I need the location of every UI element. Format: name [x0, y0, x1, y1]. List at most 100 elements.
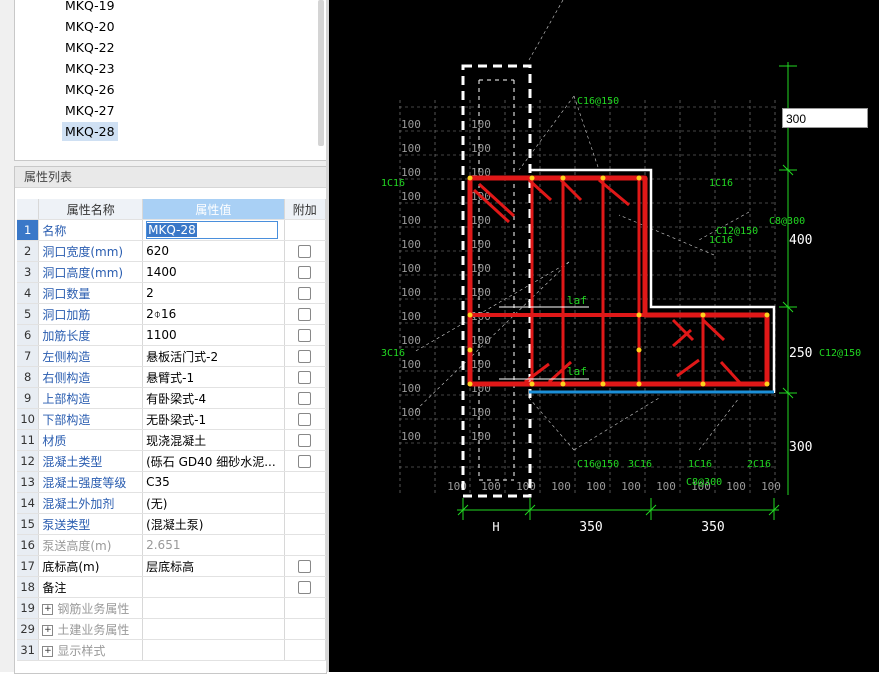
- property-row[interactable]: 2 洞口宽度(mm) 620: [17, 240, 327, 262]
- tree-item[interactable]: MKQ-22: [62, 38, 118, 57]
- property-value[interactable]: (砾石 GD40 细砂水泥...: [142, 450, 285, 472]
- dimension-value: 350: [701, 520, 724, 535]
- expand-icon[interactable]: +: [42, 603, 54, 615]
- property-row[interactable]: 12 混凝土类型 (砾石 GD40 细砂水泥...: [17, 450, 327, 472]
- property-row[interactable]: 31 + 显示样式: [17, 639, 327, 661]
- property-row[interactable]: 3 洞口高度(mm) 1400: [17, 261, 327, 283]
- property-row[interactable]: 9 上部构造 有卧梁式-4: [17, 387, 327, 409]
- rebar-label: 1C16: [709, 178, 733, 189]
- property-value[interactable]: [142, 576, 285, 598]
- grid-label: 100: [401, 118, 421, 131]
- property-value[interactable]: (混凝土泵): [142, 513, 285, 535]
- grid-label: 100: [471, 286, 491, 299]
- extra-checkbox[interactable]: [298, 392, 312, 405]
- property-row[interactable]: 11 材质 现浇混凝土: [17, 429, 327, 451]
- property-row[interactable]: 13 混凝土强度等级 C35: [17, 471, 327, 493]
- property-row[interactable]: 6 加筋长度 1100: [17, 324, 327, 346]
- rebar-dot: [636, 312, 642, 318]
- property-value[interactable]: 1100: [142, 324, 285, 346]
- property-value[interactable]: [142, 597, 285, 619]
- property-name: 混凝土外加剂: [38, 492, 144, 514]
- grid-label: 100: [401, 190, 421, 203]
- expand-icon[interactable]: +: [42, 645, 54, 657]
- property-row[interactable]: 16 泵送高度(m) 2.651: [17, 534, 327, 556]
- property-row[interactable]: 29 + 土建业务属性: [17, 618, 327, 640]
- extra-checkbox[interactable]: [298, 581, 312, 594]
- property-row[interactable]: 18 备注: [17, 576, 327, 598]
- tree-item[interactable]: MKQ-26: [62, 80, 118, 99]
- property-name: + 钢筋业务属性: [38, 597, 144, 619]
- name-input[interactable]: MKQ-28: [146, 221, 279, 239]
- extra-checkbox[interactable]: [298, 245, 312, 258]
- cad-drawing[interactable]: 100 100100 100100 100100100 100100 100100 1001…: [329, 0, 879, 672]
- extra-checkbox[interactable]: [298, 266, 312, 279]
- row-index: 16: [17, 534, 40, 556]
- property-row[interactable]: 15 泵送类型 (混凝土泵): [17, 513, 327, 535]
- leader-line: [573, 397, 660, 451]
- property-panel: 属性列表 属性名称 属性值 附加 1 名称 MKQ-28 2 洞口宽度(mm) 620 3 洞…: [14, 166, 327, 674]
- tree-scrollbar[interactable]: [318, 0, 324, 146]
- property-value[interactable]: 2.651: [142, 534, 285, 556]
- property-value[interactable]: C35: [142, 471, 285, 493]
- property-value[interactable]: 有卧梁式-4: [142, 387, 285, 409]
- name-header: 属性名称: [38, 199, 144, 220]
- property-value[interactable]: 现浇混凝土: [142, 429, 285, 451]
- wall-outline: [530, 168, 776, 393]
- extra-checkbox[interactable]: [298, 434, 312, 447]
- grid-label: 100: [516, 480, 536, 493]
- property-name: 混凝土强度等级: [38, 471, 144, 493]
- row-index: 1: [17, 219, 40, 241]
- property-value[interactable]: 悬板活门式-2: [142, 345, 285, 367]
- leader-line: [618, 214, 715, 256]
- property-value[interactable]: 悬臂式-1: [142, 366, 285, 388]
- property-row[interactable]: 7 左侧构造 悬板活门式-2: [17, 345, 327, 367]
- property-value[interactable]: 无卧梁式-1: [142, 408, 285, 430]
- drawing-canvas[interactable]: 100 100 100 100 100 100 100 100 100 100 100 100 100 1…: [329, 0, 879, 672]
- row-index: 4: [17, 282, 40, 304]
- extra-cell: [284, 639, 327, 661]
- property-value[interactable]: 2⌽16: [142, 303, 285, 325]
- rebar-outer: [467, 175, 770, 387]
- extra-checkbox[interactable]: [298, 350, 312, 363]
- tree-item[interactable]: MKQ-20: [62, 17, 118, 36]
- row-index: 17: [17, 555, 40, 577]
- extra-checkbox[interactable]: [298, 371, 312, 384]
- property-row[interactable]: 4 洞口数量 2: [17, 282, 327, 304]
- property-value[interactable]: MKQ-28: [142, 219, 285, 241]
- grid-label: 100: [401, 430, 421, 443]
- tree-item[interactable]: MKQ-27: [62, 101, 118, 120]
- rebar-label: 3C16: [381, 348, 405, 359]
- property-value[interactable]: [142, 618, 285, 640]
- dimension-input[interactable]: 300: [782, 108, 868, 128]
- tree-item[interactable]: MKQ-19: [62, 0, 118, 15]
- property-row[interactable]: 1 名称 MKQ-28: [17, 219, 327, 241]
- grid-label: 100: [471, 214, 491, 227]
- property-row[interactable]: 19 + 钢筋业务属性: [17, 597, 327, 619]
- property-row[interactable]: 5 洞口加筋 2⌽16: [17, 303, 327, 325]
- property-row[interactable]: 8 右侧构造 悬臂式-1: [17, 366, 327, 388]
- property-value[interactable]: 620: [142, 240, 285, 262]
- extra-checkbox[interactable]: [298, 308, 312, 321]
- rebar-label: C12@150: [819, 348, 861, 359]
- grid-label: 100: [401, 262, 421, 275]
- expand-icon[interactable]: +: [42, 624, 54, 636]
- property-value[interactable]: (无): [142, 492, 285, 514]
- grid-label: 100: [481, 480, 501, 493]
- extra-checkbox[interactable]: [298, 413, 312, 426]
- extra-checkbox[interactable]: [298, 329, 312, 342]
- tree-item-selected[interactable]: MKQ-28: [62, 122, 118, 141]
- extra-checkbox[interactable]: [298, 560, 312, 573]
- property-value[interactable]: 2: [142, 282, 285, 304]
- extra-checkbox[interactable]: [298, 455, 312, 468]
- property-value[interactable]: 层底标高: [142, 555, 285, 577]
- property-row[interactable]: 10 下部构造 无卧梁式-1: [17, 408, 327, 430]
- extra-checkbox[interactable]: [298, 287, 312, 300]
- property-row[interactable]: 14 混凝土外加剂 (无): [17, 492, 327, 514]
- property-value[interactable]: 1400: [142, 261, 285, 283]
- extra-cell: [284, 303, 327, 325]
- property-value[interactable]: [142, 639, 285, 661]
- row-index: 8: [17, 366, 40, 388]
- property-row[interactable]: 17 底标高(m) 层底标高: [17, 555, 327, 577]
- grid-label: 100: [401, 214, 421, 227]
- tree-item[interactable]: MKQ-23: [62, 59, 118, 78]
